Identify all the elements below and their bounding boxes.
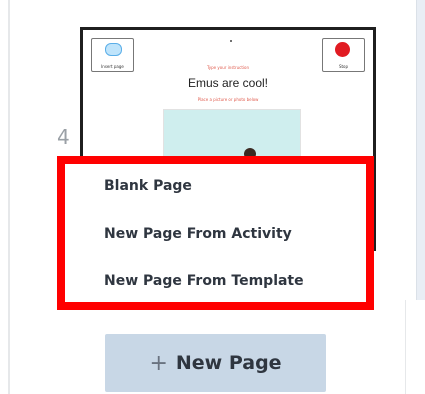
instruction-hint: Type your instruction [206, 65, 250, 70]
new-page-button[interactable]: + New Page [105, 334, 326, 392]
thumbnail-title: Emus are cool! [187, 76, 269, 90]
speech-bubble-icon [105, 43, 122, 56]
right-panel-edge [416, 0, 425, 300]
stop-icon [335, 42, 350, 57]
left-divider [8, 0, 10, 394]
right-divider [405, 300, 406, 394]
menu-item-new-page-from-template[interactable]: New Page From Template [104, 273, 304, 289]
plus-icon: + [149, 350, 168, 376]
picture-hint: Place a picture or photo below [197, 97, 259, 102]
new-page-button-label: New Page [175, 352, 282, 374]
new-page-menu: Blank Page New Page From Activity New Pa… [57, 156, 374, 310]
menu-item-blank-page[interactable]: Blank Page [104, 178, 192, 194]
cursor-dot [230, 40, 232, 42]
page-number: 4 [57, 125, 70, 149]
menu-item-new-page-from-activity[interactable]: New Page From Activity [104, 226, 292, 242]
